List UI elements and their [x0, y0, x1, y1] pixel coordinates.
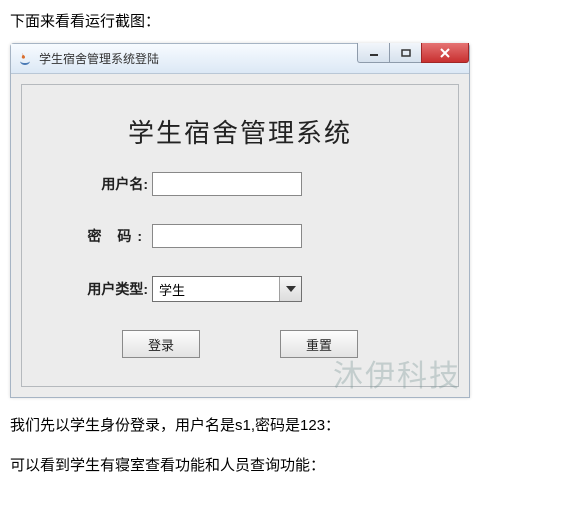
app-window: 学生宿舍管理系统登陆 学生宿舍管理系统 用户名: 密 码:	[10, 43, 470, 398]
java-icon	[17, 51, 33, 67]
usertype-select[interactable]: 学生	[152, 276, 302, 302]
minimize-button[interactable]	[357, 43, 389, 63]
password-row: 密 码:	[52, 224, 428, 248]
username-label: 用户名:	[52, 174, 152, 194]
usertype-label: 用户类型:	[52, 279, 152, 299]
close-button[interactable]	[421, 43, 469, 63]
client-area: 学生宿舍管理系统 用户名: 密 码: 用户类型: 学生 登录	[11, 74, 469, 397]
reset-button[interactable]: 重置	[280, 330, 358, 358]
usertype-selected-value: 学生	[153, 277, 279, 301]
maximize-button[interactable]	[389, 43, 421, 63]
password-input[interactable]	[152, 224, 302, 248]
footer-text-2: 可以看到学生有寝室查看功能和人员查询功能：	[10, 454, 566, 478]
login-form-panel: 学生宿舍管理系统 用户名: 密 码: 用户类型: 学生 登录	[21, 84, 459, 387]
password-label: 密 码:	[52, 226, 152, 246]
window-title: 学生宿舍管理系统登陆	[39, 50, 159, 67]
login-button[interactable]: 登录	[122, 330, 200, 358]
app-heading: 学生宿舍管理系统	[52, 113, 428, 150]
footer-text-1: 我们先以学生身份登录，用户名是s1,密码是123：	[10, 414, 566, 438]
intro-caption: 下面来看看运行截图：	[10, 10, 566, 31]
window-titlebar: 学生宿舍管理系统登陆	[11, 44, 469, 74]
username-row: 用户名:	[52, 172, 428, 196]
usertype-row: 用户类型: 学生	[52, 276, 428, 302]
username-input[interactable]	[152, 172, 302, 196]
chevron-down-icon	[279, 277, 301, 301]
button-row: 登录 重置	[52, 330, 428, 358]
window-controls	[357, 43, 469, 63]
